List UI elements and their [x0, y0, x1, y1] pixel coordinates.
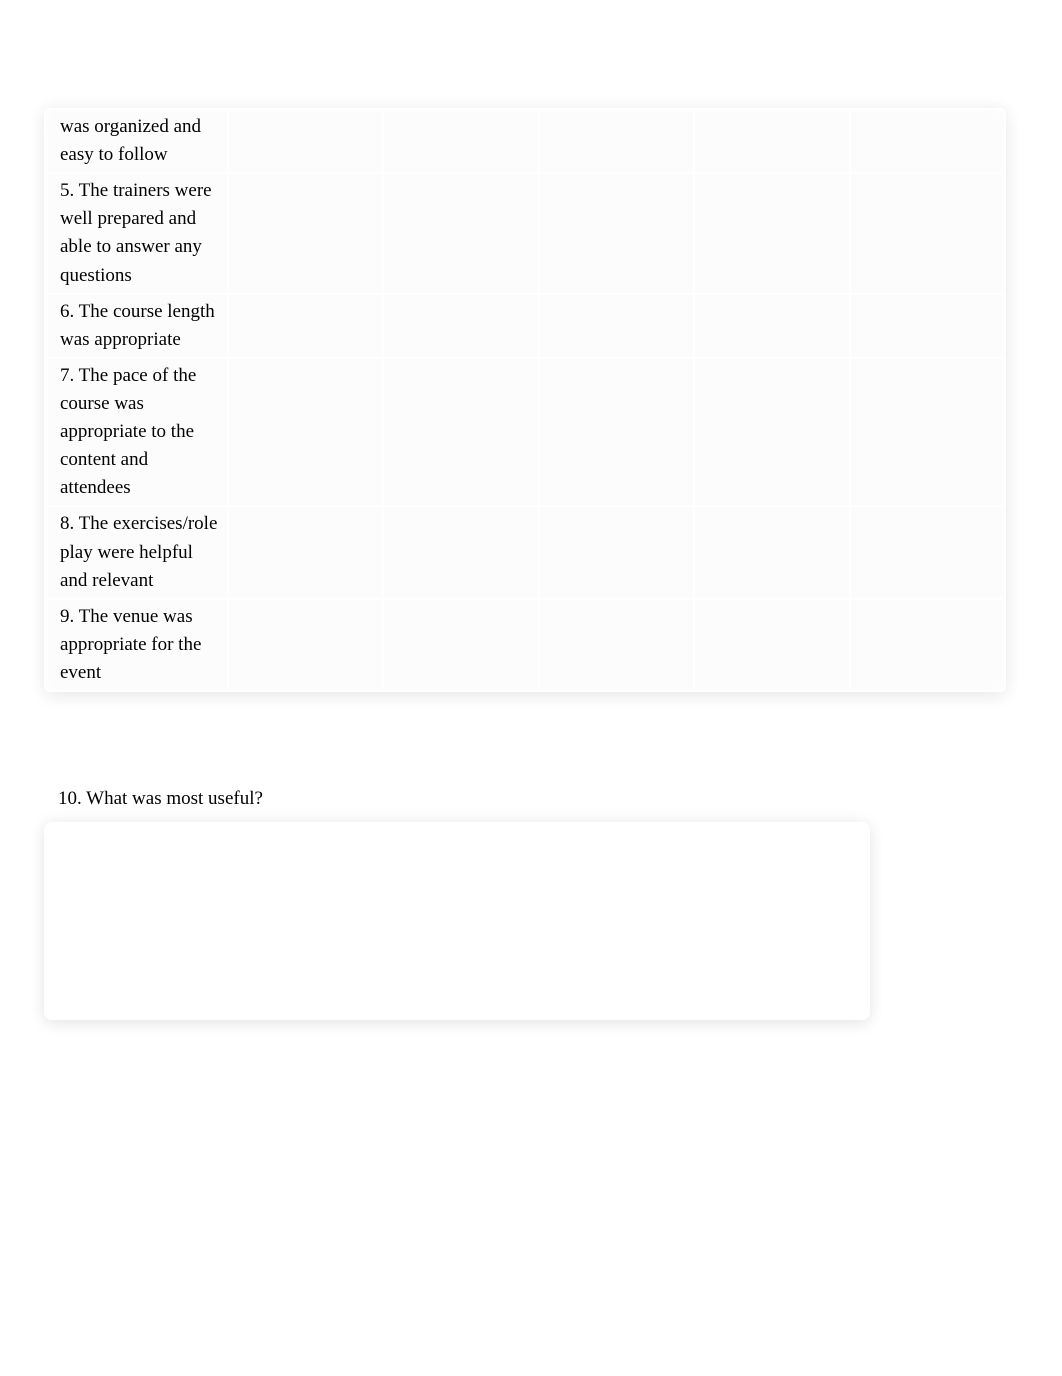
- rating-cell[interactable]: [383, 506, 538, 598]
- rating-cell[interactable]: [228, 358, 383, 507]
- row-label: 8. The exercises/role play were helpful …: [45, 506, 228, 598]
- rating-cell[interactable]: [228, 506, 383, 598]
- rating-grid: was organized and easy to follow 5. The …: [44, 108, 1006, 692]
- table-row: 5. The trainers were well prepared and a…: [45, 173, 1005, 293]
- rating-cell[interactable]: [850, 599, 1005, 691]
- rating-cell[interactable]: [694, 294, 849, 358]
- rating-cell[interactable]: [383, 599, 538, 691]
- rating-cell[interactable]: [383, 109, 538, 173]
- rating-cell[interactable]: [383, 294, 538, 358]
- table-row: 6. The course length was appropriate: [45, 294, 1005, 358]
- rating-cell[interactable]: [383, 358, 538, 507]
- question-10-textarea[interactable]: [54, 832, 860, 1010]
- question-10-label: 10. What was most useful?: [58, 788, 1006, 810]
- rating-cell[interactable]: [850, 294, 1005, 358]
- rating-cell[interactable]: [694, 109, 849, 173]
- table-row: 7. The pace of the course was appropriat…: [45, 358, 1005, 507]
- row-label: 6. The course length was appropriate: [45, 294, 228, 358]
- rating-cell[interactable]: [694, 173, 849, 293]
- rating-cell[interactable]: [539, 294, 694, 358]
- row-label: 9. The venue was appropriate for the eve…: [45, 599, 228, 691]
- rating-cell[interactable]: [850, 358, 1005, 507]
- rating-cell[interactable]: [694, 506, 849, 598]
- rating-cell[interactable]: [383, 173, 538, 293]
- row-label: 5. The trainers were well prepared and a…: [45, 173, 228, 293]
- rating-cell[interactable]: [228, 173, 383, 293]
- rating-cell[interactable]: [539, 173, 694, 293]
- rating-cell[interactable]: [228, 109, 383, 173]
- rating-cell[interactable]: [694, 358, 849, 507]
- rating-cell[interactable]: [539, 358, 694, 507]
- table-row: 8. The exercises/role play were helpful …: [45, 506, 1005, 598]
- rating-cell[interactable]: [539, 599, 694, 691]
- rating-cell[interactable]: [850, 173, 1005, 293]
- rating-cell[interactable]: [228, 294, 383, 358]
- table-row: 9. The venue was appropriate for the eve…: [45, 599, 1005, 691]
- row-label: was organized and easy to follow: [45, 109, 228, 173]
- rating-cell[interactable]: [539, 506, 694, 598]
- rating-table: was organized and easy to follow 5. The …: [44, 108, 1006, 692]
- table-row: was organized and easy to follow: [45, 109, 1005, 173]
- rating-cell[interactable]: [539, 109, 694, 173]
- row-label: 7. The pace of the course was appropriat…: [45, 358, 228, 507]
- rating-cell[interactable]: [850, 109, 1005, 173]
- rating-cell[interactable]: [850, 506, 1005, 598]
- rating-cell[interactable]: [228, 599, 383, 691]
- rating-cell[interactable]: [694, 599, 849, 691]
- question-10-textarea-wrap: [44, 822, 870, 1020]
